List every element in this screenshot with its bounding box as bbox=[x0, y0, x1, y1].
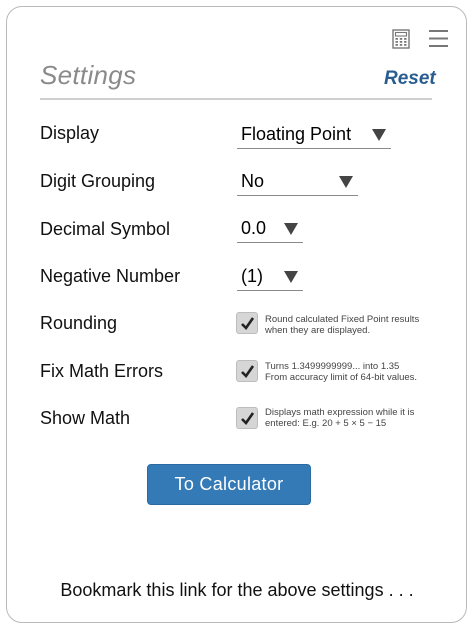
checkmark-icon bbox=[241, 365, 255, 379]
fix-math-errors-label: Fix Math Errors bbox=[40, 361, 164, 381]
negative-number-select[interactable]: (1) bbox=[237, 263, 303, 291]
show-math-checkbox[interactable] bbox=[236, 407, 258, 429]
bookmark-link[interactable]: Bookmark this link for the above setting… bbox=[0, 580, 474, 601]
show-math-hint-line2: entered: E.g. 20 + 5 × 5 − 15 bbox=[265, 417, 387, 429]
show-math-label: Show Math bbox=[40, 408, 131, 428]
rounding-hint: Round calculated Fixed Point results whe… bbox=[265, 314, 435, 336]
decimal-symbol-select-value: 0.0 bbox=[241, 218, 267, 238]
checkmark-icon bbox=[241, 317, 255, 331]
display-select[interactable]: Floating Point bbox=[237, 121, 391, 149]
display-label: Display bbox=[40, 123, 100, 143]
calculator-icon[interactable] bbox=[392, 29, 410, 49]
dropdown-arrow-icon bbox=[284, 223, 298, 235]
decimal-symbol-select[interactable]: 0.0 bbox=[237, 215, 303, 243]
digit-grouping-select[interactable]: No bbox=[237, 168, 358, 196]
dropdown-arrow-icon bbox=[372, 129, 386, 141]
digit-grouping-label: Digit Grouping bbox=[40, 171, 156, 191]
negative-number-select-value: (1) bbox=[241, 266, 263, 286]
header-divider bbox=[40, 98, 432, 100]
show-math-hint: Displays math expression while it is ent… bbox=[265, 407, 435, 429]
to-calculator-button[interactable]: To Calculator bbox=[147, 464, 311, 505]
fix-math-errors-checkbox[interactable] bbox=[236, 360, 258, 382]
display-select-value: Floating Point bbox=[241, 124, 352, 144]
checkmark-icon bbox=[241, 412, 255, 426]
rounding-checkbox[interactable] bbox=[236, 312, 258, 334]
rounding-hint-line2: when they are displayed. bbox=[265, 324, 371, 336]
fix-math-errors-hint-line2: From accuracy limit of 64-bit values. bbox=[265, 371, 418, 383]
rounding-hint-line1: Round calculated Fixed Point results bbox=[265, 314, 420, 325]
fix-math-errors-hint: Turns 1.3499999999... into 1.35 From acc… bbox=[265, 361, 435, 383]
show-math-hint-line1: Displays math expression while it is bbox=[265, 407, 415, 418]
hamburger-menu-icon[interactable] bbox=[428, 28, 449, 49]
rounding-label: Rounding bbox=[40, 313, 118, 333]
dropdown-arrow-icon bbox=[339, 176, 353, 188]
decimal-symbol-label: Decimal Symbol bbox=[40, 219, 171, 239]
dropdown-arrow-icon bbox=[284, 271, 298, 283]
page-title: Settings bbox=[40, 60, 137, 90]
digit-grouping-select-value: No bbox=[241, 171, 265, 191]
negative-number-label: Negative Number bbox=[40, 266, 181, 286]
fix-math-errors-hint-line1: Turns 1.3499999999... into 1.35 bbox=[265, 361, 400, 372]
reset-link[interactable]: Reset bbox=[384, 68, 436, 90]
